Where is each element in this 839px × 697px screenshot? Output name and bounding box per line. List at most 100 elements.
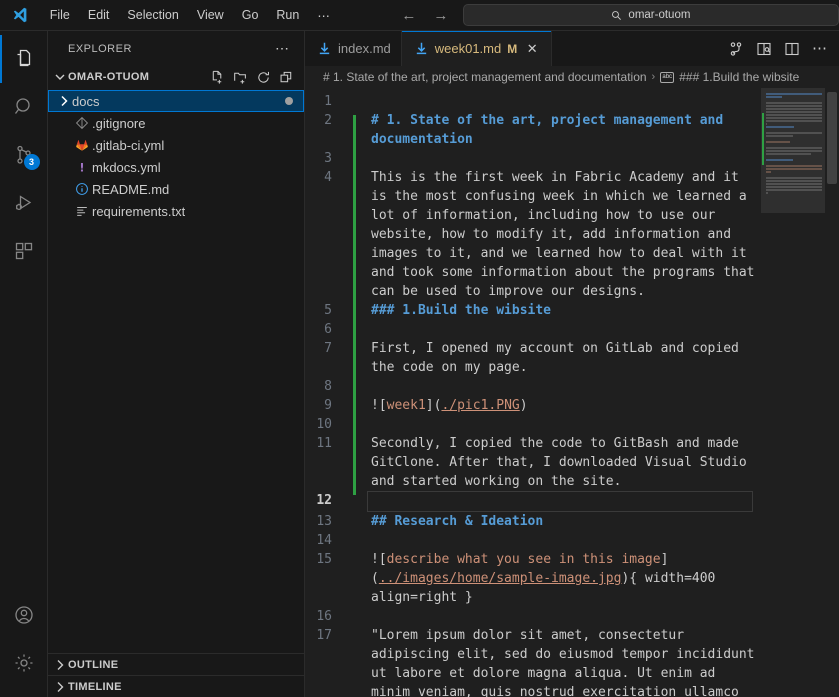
sidebar-title: EXPLORER [68, 42, 132, 55]
split-editor-icon[interactable] [779, 35, 805, 63]
breadcrumb-item-heading3[interactable]: abc ### 1.Build the wibsite [660, 70, 799, 84]
info-icon [72, 182, 92, 196]
code-content[interactable]: # 1. State of the art, project managemen… [363, 88, 761, 697]
folder-section-header[interactable]: OMAR-OTUOM [48, 66, 304, 88]
breadcrumb: # 1. State of the art, project managemen… [305, 66, 839, 88]
new-file-icon[interactable] [207, 67, 227, 87]
code-line[interactable] [371, 149, 761, 168]
line-number: 2 [324, 113, 332, 128]
line-number: 13 [316, 514, 332, 529]
line-number: 16 [316, 609, 332, 624]
tree-item-readme[interactable]: README.md [48, 178, 304, 200]
code-line[interactable]: ![describe what you see in this image](.… [371, 550, 761, 607]
line-numbers: 1 2 3 4 5 6 7 8 9 10 11 12 13 14 15 16 17 [305, 88, 353, 697]
editor-scrollbar[interactable] [825, 88, 839, 697]
tab-label: week01.md [434, 41, 502, 56]
menu-view[interactable]: View [188, 4, 233, 26]
outline-section[interactable]: OUTLINE [48, 653, 304, 675]
code-token: ]( [425, 398, 442, 413]
code-line[interactable] [371, 377, 761, 396]
code-token: ![ [371, 552, 387, 567]
activity-settings[interactable] [0, 639, 48, 687]
close-icon[interactable]: ✕ [523, 41, 541, 57]
code-line[interactable] [371, 531, 761, 550]
editor-group: index.md week01.md M ✕ ⋯ # 1. State of t… [305, 31, 839, 697]
chevron-right-icon [52, 657, 68, 673]
code-token: ![ [371, 398, 387, 413]
code-line[interactable] [371, 320, 761, 339]
tab-week01-md[interactable]: week01.md M ✕ [401, 31, 553, 66]
activity-source-control[interactable]: 3 [0, 131, 48, 179]
timeline-section[interactable]: TIMELINE [48, 675, 304, 697]
menu-go[interactable]: Go [233, 4, 268, 26]
workbench: 3 EXPLORER ⋯ OMAR-OTUOM docs .gitignore … [0, 31, 839, 697]
code-editor[interactable]: 1 2 3 4 5 6 7 8 9 10 11 12 13 14 15 16 17 # 1. State of … [305, 88, 839, 697]
collapse-all-icon[interactable] [276, 67, 296, 87]
code-line[interactable] [367, 491, 753, 512]
line-number: 10 [316, 417, 332, 432]
code-token: week1 [386, 398, 426, 413]
lines-icon [72, 204, 92, 218]
code-line[interactable]: Secondly, I copied the code to GitBash a… [371, 434, 761, 491]
vscode-logo-icon [0, 6, 41, 24]
menu-more-icon[interactable]: ⋯ [308, 4, 339, 27]
code-line[interactable]: ### 1.Build the wibsite [371, 301, 761, 320]
go-forward-icon[interactable]: → [433, 8, 449, 23]
navigation-arrows: ← → [401, 8, 449, 23]
scrollbar-thumb[interactable] [827, 92, 837, 184]
chevron-down-icon [52, 69, 68, 85]
explorer-actions [207, 67, 296, 87]
menu-file[interactable]: File [41, 4, 79, 26]
menu-edit[interactable]: Edit [79, 4, 119, 26]
sidebar-title-bar: EXPLORER ⋯ [48, 31, 304, 66]
minimap[interactable] [761, 88, 825, 697]
refresh-icon[interactable] [253, 67, 273, 87]
activity-run-and-debug[interactable] [0, 179, 48, 227]
code-line[interactable]: First, I opened my account on GitLab and… [371, 339, 761, 377]
activity-search[interactable] [0, 83, 48, 131]
tree-item-label: README.md [92, 181, 170, 197]
markdown-icon [317, 41, 332, 56]
breadcrumb-item-heading1[interactable]: # 1. State of the art, project managemen… [323, 70, 647, 84]
open-preview-to-side-icon[interactable] [751, 35, 777, 63]
tree-item-requirements[interactable]: requirements.txt [48, 200, 304, 222]
code-token: ### 1.Build the wibsite [371, 303, 552, 318]
source-control-badge: 3 [23, 154, 40, 170]
minimap-canvas [761, 88, 825, 697]
code-token: ) [519, 398, 528, 413]
new-folder-icon[interactable] [230, 67, 250, 87]
tree-item-mkdocs[interactable]: ! mkdocs.yml [48, 156, 304, 178]
run-markdown-icon[interactable] [723, 35, 749, 63]
quick-search-input[interactable]: omar-otuom [462, 4, 839, 26]
tree-item-docs[interactable]: docs [48, 90, 304, 112]
code-line[interactable]: ![week1](./pic1.PNG) [371, 396, 761, 415]
activity-extensions[interactable] [0, 227, 48, 275]
line-number: 6 [324, 322, 332, 337]
go-back-icon[interactable]: ← [401, 8, 417, 23]
more-actions-icon[interactable]: ⋯ [807, 35, 833, 63]
tab-index-md[interactable]: index.md [305, 31, 402, 66]
menu-selection[interactable]: Selection [118, 4, 187, 26]
code-token: ../images/home/sample-image.jpg [378, 571, 622, 586]
menu-run[interactable]: Run [267, 4, 308, 26]
code-line[interactable] [371, 607, 761, 626]
code-line[interactable]: ## Research & Ideation [371, 512, 761, 531]
line-number: 14 [316, 533, 332, 548]
line-number: 7 [324, 341, 332, 356]
sidebar-more-actions-icon[interactable]: ⋯ [269, 40, 296, 57]
code-line[interactable] [371, 415, 761, 434]
tree-item-gitignore[interactable]: .gitignore [48, 112, 304, 134]
code-line[interactable]: "Lorem ipsum dolor sit amet, consectetur… [371, 626, 761, 697]
activity-accounts[interactable] [0, 591, 48, 639]
code-line[interactable]: This is the first week in Fabric Academy… [371, 168, 761, 301]
code-line[interactable] [371, 92, 761, 111]
tree-item-gitlab-ci[interactable]: .gitlab-ci.yml [48, 134, 304, 156]
activity-explorer[interactable] [0, 35, 48, 83]
code-line[interactable]: # 1. State of the art, project managemen… [371, 111, 761, 149]
line-number: 8 [324, 379, 332, 394]
minimap-slider[interactable] [761, 88, 825, 213]
tree-item-label: .gitlab-ci.yml [92, 137, 165, 153]
menu-bar[interactable]: File Edit Selection View Go Run ⋯ [41, 4, 339, 27]
gitlab-icon [72, 138, 92, 152]
